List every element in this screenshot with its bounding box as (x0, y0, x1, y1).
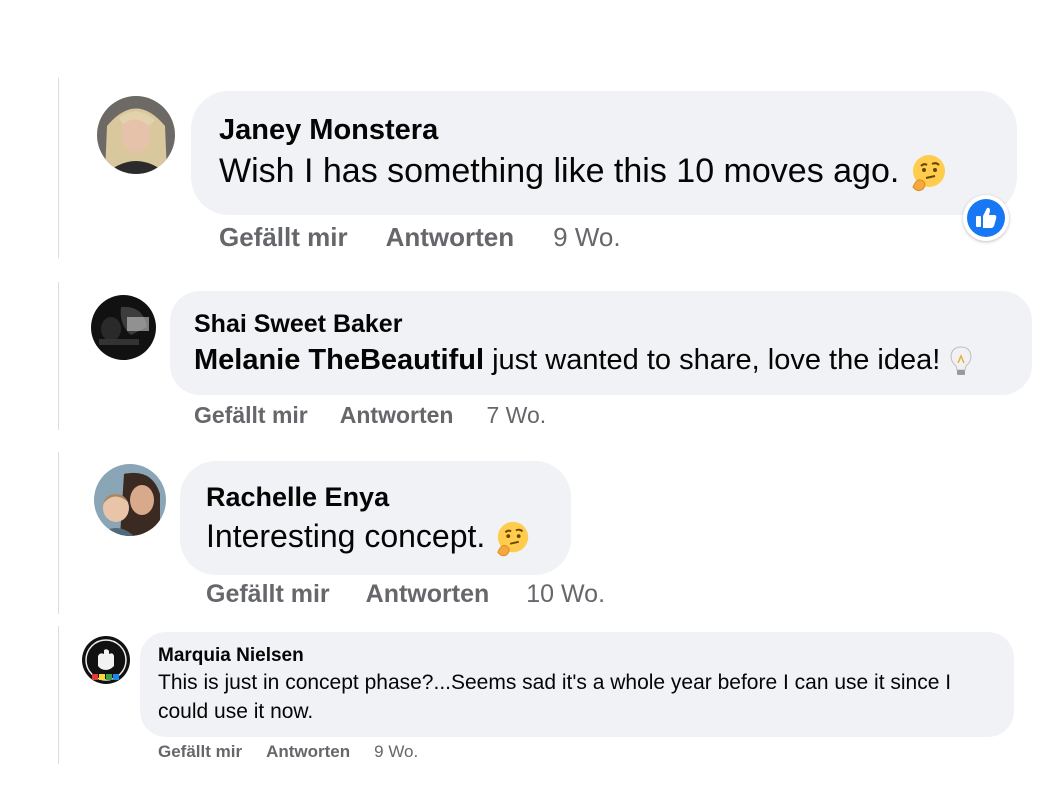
reply-button[interactable]: Antworten (266, 742, 350, 762)
like-button[interactable]: Gefällt mir (219, 222, 348, 253)
comment-author[interactable]: Rachelle Enya (206, 481, 571, 513)
avatar[interactable] (82, 636, 130, 684)
like-icon (967, 199, 1005, 237)
comment-author[interactable]: Janey Monstera (219, 113, 1017, 147)
reply-button[interactable]: Antworten (340, 402, 454, 429)
comment-actions: Gefällt mir Antworten 10 Wo. (206, 580, 605, 609)
comment-actions: Gefällt mir Antworten 7 Wo. (194, 402, 546, 429)
comment-text-line: This is just in concept phase?...Seems s… (158, 671, 952, 694)
mentioned-user-link[interactable]: Melanie TheBeautiful (194, 344, 484, 376)
thinking-face-icon (909, 153, 949, 193)
thread-line (58, 626, 59, 764)
comment-timestamp[interactable]: 9 Wo. (374, 742, 418, 762)
like-button[interactable]: Gefällt mir (206, 580, 330, 609)
comment-actions: Gefällt mir Antworten 9 Wo. (219, 222, 621, 253)
reply-button[interactable]: Antworten (366, 580, 490, 609)
reply-button[interactable]: Antworten (386, 222, 515, 253)
comment-bubble: Shai Sweet Baker Melanie TheBeautiful ju… (170, 291, 1032, 395)
comment-timestamp[interactable]: 10 Wo. (526, 580, 605, 609)
comment-text: Interesting concept. (206, 518, 486, 554)
like-button[interactable]: Gefällt mir (194, 402, 308, 429)
thread-line (58, 78, 59, 258)
comment-text-line: could use it now. (158, 700, 314, 723)
comment-author[interactable]: Shai Sweet Baker (194, 309, 1032, 339)
comment-text: just wanted to share, love the idea! (484, 344, 941, 376)
comment-bubble: Marquia Nielsen This is just in concept … (140, 632, 1014, 737)
light-bulb-icon (948, 345, 974, 377)
comment-text: Wish I has something like this 10 moves … (219, 152, 900, 190)
comment-actions: Gefällt mir Antworten 9 Wo. (158, 742, 418, 762)
thinking-face-icon (494, 520, 532, 558)
comment-bubble: Janey Monstera Wish I has something like… (191, 91, 1017, 215)
like-reaction-badge[interactable] (963, 195, 1009, 241)
avatar[interactable] (94, 464, 166, 536)
comment-timestamp[interactable]: 9 Wo. (553, 222, 620, 253)
avatar[interactable] (91, 295, 156, 360)
thread-line (58, 282, 59, 430)
comment-timestamp[interactable]: 7 Wo. (486, 402, 546, 429)
comment-bubble: Rachelle Enya Interesting concept. (180, 461, 571, 575)
comment-author[interactable]: Marquia Nielsen (158, 644, 1014, 668)
thread-line (58, 452, 59, 614)
like-button[interactable]: Gefällt mir (158, 742, 242, 762)
avatar[interactable] (97, 96, 175, 174)
